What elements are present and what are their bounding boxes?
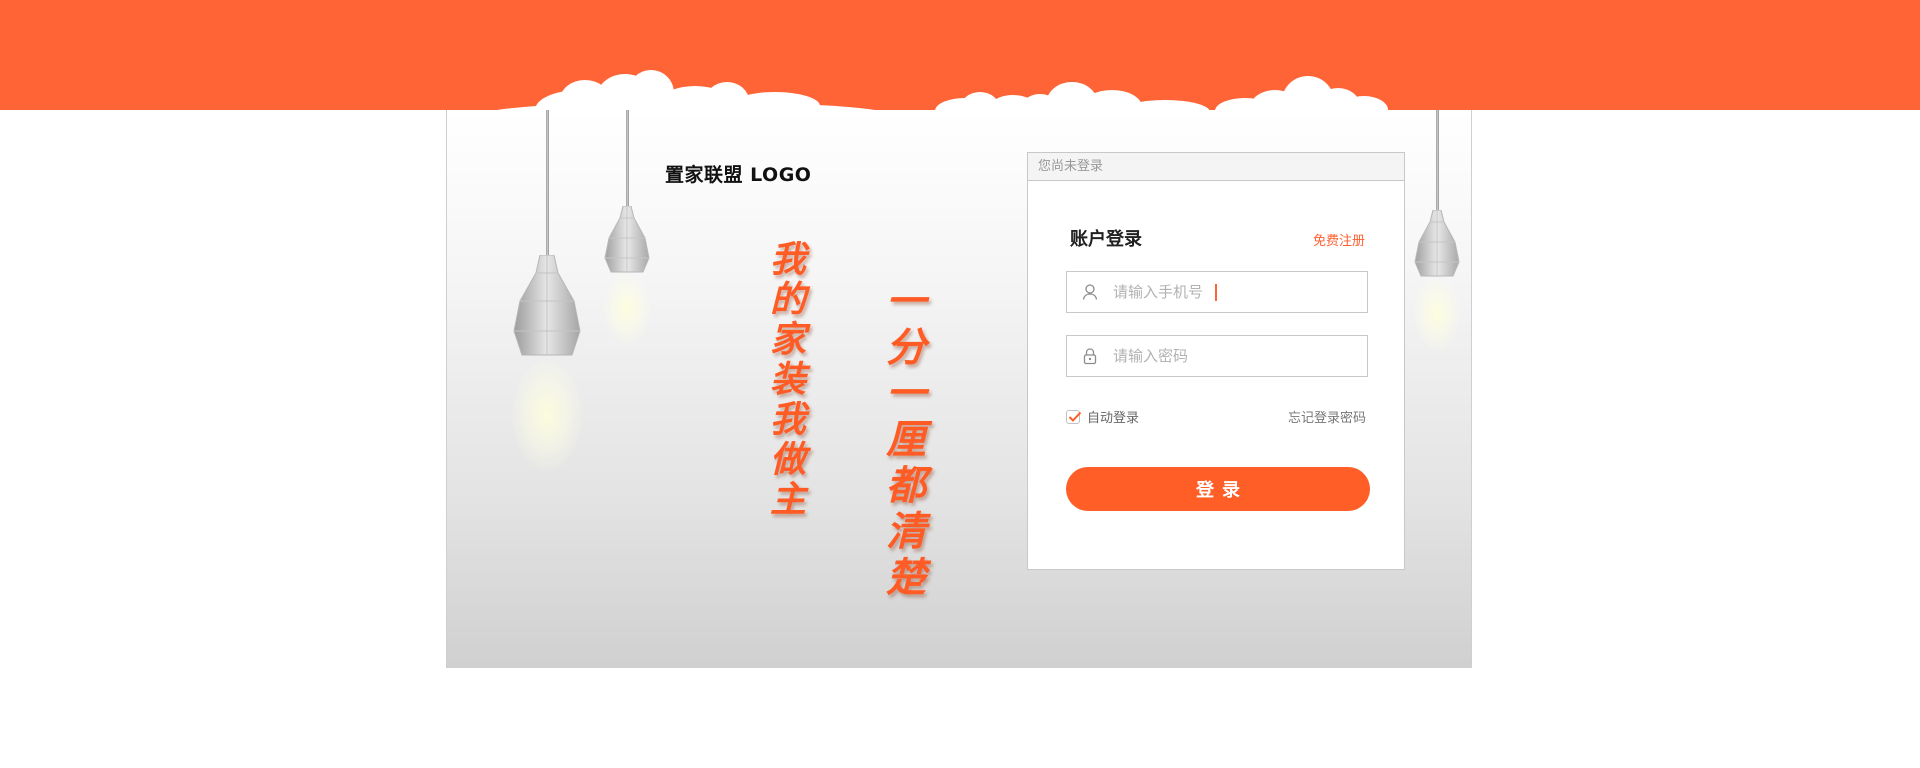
register-link[interactable]: 免费注册 bbox=[1313, 230, 1365, 249]
login-panel: 您尚未登录 账户登录 免费注册 请输入手机号 自动登录 忘记登录密码 登录 bbox=[1027, 152, 1405, 570]
pendant-lamp bbox=[597, 110, 657, 360]
auto-login-option[interactable]: 自动登录 bbox=[1066, 407, 1139, 426]
text-cursor bbox=[1215, 284, 1217, 301]
password-input[interactable] bbox=[1113, 336, 1357, 376]
top-banner bbox=[0, 0, 1920, 110]
password-field[interactable] bbox=[1066, 335, 1368, 377]
login-button[interactable]: 登录 bbox=[1066, 467, 1370, 511]
lock-icon bbox=[1083, 348, 1097, 365]
login-page: 置家联盟 LOGO 我的家装我做主 一分一厘都清楚 您尚未登录 账户登录 免费注… bbox=[0, 0, 1920, 768]
forgot-password-link[interactable]: 忘记登录密码 bbox=[1288, 407, 1366, 426]
auto-login-label: 自动登录 bbox=[1087, 411, 1140, 426]
phone-input[interactable] bbox=[1113, 272, 1357, 312]
slogan-right: 一分一厘都清楚 bbox=[879, 280, 926, 602]
pendant-lamp bbox=[1407, 110, 1467, 370]
login-title: 账户登录 bbox=[1070, 229, 1142, 250]
user-icon bbox=[1082, 284, 1098, 300]
phone-field[interactable] bbox=[1066, 271, 1368, 313]
auto-login-checkbox[interactable] bbox=[1066, 409, 1082, 424]
slogan-left: 我的家装我做主 bbox=[764, 240, 806, 520]
checkmark-icon bbox=[1068, 411, 1082, 422]
pendant-lamp bbox=[502, 110, 592, 490]
site-logo[interactable]: 置家联盟 LOGO bbox=[665, 160, 811, 187]
hero-stage: 置家联盟 LOGO 我的家装我做主 一分一厘都清楚 您尚未登录 账户登录 免费注… bbox=[446, 110, 1472, 668]
login-status-text: 您尚未登录 bbox=[1028, 153, 1404, 181]
